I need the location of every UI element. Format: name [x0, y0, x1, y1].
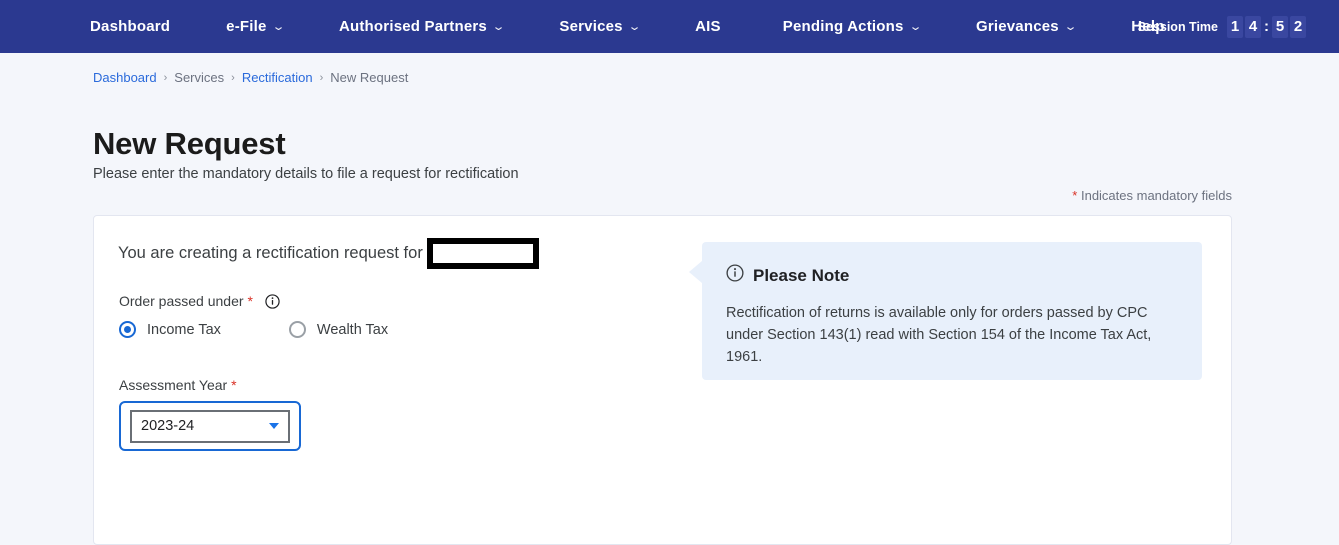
info-circle-icon[interactable] [265, 293, 280, 309]
session-digit-second-ones: 2 [1290, 15, 1306, 38]
session-digit-minute-tens: 1 [1227, 15, 1243, 38]
breadcrumb-separator: › [163, 71, 168, 84]
info-circle-icon [726, 264, 744, 287]
nav-item-label: e-File [226, 18, 267, 35]
radio-option-income-tax[interactable]: Income Tax [119, 321, 221, 338]
session-timer-label: Session Time [1137, 19, 1218, 34]
chevron-down-icon[interactable] [269, 423, 279, 429]
nav-item-pending-actions[interactable]: Pending Actions ⌄ [782, 18, 923, 35]
radio-option-label: Income Tax [147, 321, 221, 338]
assessment-year-label-text: Assessment Year [119, 377, 228, 393]
nav-item-label: AIS [695, 18, 721, 35]
radio-option-label: Wealth Tax [316, 321, 389, 338]
chevron-down-icon: ⌄ [1063, 21, 1078, 33]
mandatory-fields-note: * Indicates mandatory fields [1072, 188, 1232, 203]
nav-menu: Dashboard e-File ⌄ Authorised Partners ⌄… [90, 18, 1165, 35]
breadcrumb-item-services[interactable]: Services [174, 70, 224, 85]
chevron-down-icon: ⌄ [271, 21, 286, 33]
assessment-year-label: Assessment Year * [119, 377, 237, 393]
breadcrumb: Dashboard › Services › Rectification › N… [93, 70, 408, 85]
nav-item-services[interactable]: Services ⌄ [559, 18, 642, 35]
nav-item-label: Dashboard [90, 18, 171, 35]
radio-income-tax-indicator[interactable] [119, 321, 136, 338]
creating-request-text: You are creating a rectification request… [118, 244, 423, 262]
session-time-separator: : [1264, 17, 1269, 35]
top-navigation-bar: Dashboard e-File ⌄ Authorised Partners ⌄… [0, 0, 1339, 53]
callout-tail [689, 261, 702, 283]
nav-item-grievances[interactable]: Grievances ⌄ [975, 18, 1078, 35]
breadcrumb-item-rectification[interactable]: Rectification [242, 70, 313, 85]
chevron-down-icon: ⌄ [908, 21, 923, 33]
breadcrumb-separator: › [319, 71, 324, 84]
nav-item-authorised-partners[interactable]: Authorised Partners ⌄ [338, 18, 506, 35]
session-timer: Session Time 1 4 : 5 2 [1138, 0, 1307, 53]
please-note-header: Please Note [726, 264, 849, 287]
assessment-year-selected-value: 2023-24 [141, 418, 195, 434]
please-note-title: Please Note [753, 265, 850, 285]
radio-option-wealth-tax[interactable]: Wealth Tax [288, 321, 389, 338]
required-asterisk: * [231, 377, 237, 393]
breadcrumb-item-new-request: New Request [330, 70, 409, 85]
creating-request-row: You are creating a rectification request… [118, 238, 539, 269]
order-passed-under-label-text: Order passed under [119, 293, 244, 309]
nav-item-dashboard[interactable]: Dashboard [90, 18, 170, 35]
please-note-callout: Please Note Rectification of returns is … [689, 242, 1202, 380]
page-subtitle: Please enter the mandatory details to fi… [93, 166, 519, 182]
mandatory-fields-text: Indicates mandatory fields [1077, 188, 1232, 203]
new-request-form-card: You are creating a rectification request… [93, 215, 1232, 545]
radio-wealth-tax-indicator[interactable] [288, 321, 306, 338]
chevron-down-icon: ⌄ [627, 21, 642, 33]
session-digit-minute-ones: 4 [1245, 15, 1261, 38]
nav-item-label: Services [559, 18, 623, 35]
breadcrumb-separator: › [231, 71, 235, 84]
session-digit-second-tens: 5 [1272, 15, 1288, 38]
order-passed-under-radio-group: Income Tax Wealth Tax [119, 321, 388, 338]
breadcrumb-item-dashboard[interactable]: Dashboard [93, 70, 157, 85]
page-title: New Request [93, 126, 286, 161]
please-note-body: Rectification of returns is available on… [726, 305, 1152, 365]
order-passed-under-label: Order passed under * [119, 293, 280, 309]
nav-item-ais[interactable]: AIS [695, 18, 721, 35]
redacted-pan-box [426, 238, 539, 269]
assessment-year-select[interactable]: 2023-24 [130, 409, 290, 443]
nav-item-label: Grievances [975, 18, 1059, 35]
nav-item-e-file[interactable]: e-File ⌄ [226, 18, 286, 35]
chevron-down-icon: ⌄ [491, 21, 506, 33]
nav-item-label: Authorised Partners [338, 18, 487, 35]
nav-item-label: Pending Actions [782, 18, 904, 35]
required-asterisk: * [247, 293, 253, 309]
assessment-year-select-focus-ring: 2023-24 [119, 401, 301, 451]
